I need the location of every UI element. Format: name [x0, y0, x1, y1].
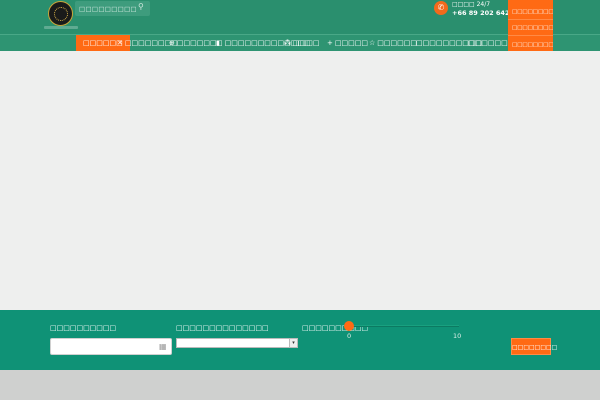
- range-slider-handle[interactable]: [344, 321, 354, 331]
- calendar-icon[interactable]: ▦: [159, 342, 167, 351]
- search-box: ⚲: [75, 1, 150, 16]
- search-icon[interactable]: ⚲: [138, 2, 144, 11]
- contact-label: □□□□ 24/7: [452, 1, 491, 8]
- search-input[interactable]: [79, 2, 137, 15]
- book-icon: ◧: [216, 39, 223, 47]
- cross-icon: ✕: [117, 39, 123, 47]
- chevron-down-icon[interactable]: ▾: [289, 339, 297, 347]
- phone-icon: ✆: [434, 1, 448, 15]
- nav-item-label: □□□□: [293, 39, 320, 47]
- select-label: □□□□□□□□□□□□□□: [176, 324, 269, 332]
- nav-item-label: □□□□□: [334, 39, 368, 47]
- slider-max-value: 10: [453, 332, 462, 340]
- plus-icon: +: [327, 39, 333, 47]
- page-footer-strip: [0, 370, 600, 400]
- logo-caption: [44, 26, 78, 29]
- sitemap-icon: ⁂: [284, 39, 291, 47]
- dropdown-item[interactable]: □□□□□□□□: [508, 4, 553, 20]
- nav-item-5[interactable]: ⁂ □□□□: [284, 35, 319, 51]
- phone-number[interactable]: +66 89 202 6420: [452, 9, 514, 17]
- range-slider-track[interactable]: [349, 325, 459, 327]
- nav-item-7[interactable]: ☆ □□□□□□: [369, 35, 417, 51]
- nav-item-label: □□□□□□: [377, 39, 417, 47]
- nav-item-label: □□□□□□: [176, 39, 217, 47]
- search-filter-bar: □□□□□□□□□□ ▦ □□□□□□□□□□□□□□ ▾ □□□□□□□□□□…: [0, 310, 600, 370]
- date-input[interactable]: [51, 342, 171, 357]
- category-select[interactable]: ▾: [176, 338, 298, 348]
- dropdown-item[interactable]: □□□□□□□□: [508, 20, 553, 36]
- star-icon: ☆: [369, 39, 376, 47]
- nav-item-3[interactable]: ⊕ □□□□□□: [169, 35, 217, 51]
- globe-icon: ⊕: [169, 39, 175, 47]
- search-button[interactable]: □□□□□□□□: [511, 338, 557, 355]
- logo[interactable]: [48, 1, 73, 26]
- date-label: □□□□□□□□□□: [50, 324, 117, 332]
- date-field[interactable]: [50, 338, 172, 357]
- slider-min-value: 0: [347, 332, 352, 340]
- nav-item-6[interactable]: + □□□□□: [327, 35, 368, 51]
- hero-banner: [0, 51, 600, 310]
